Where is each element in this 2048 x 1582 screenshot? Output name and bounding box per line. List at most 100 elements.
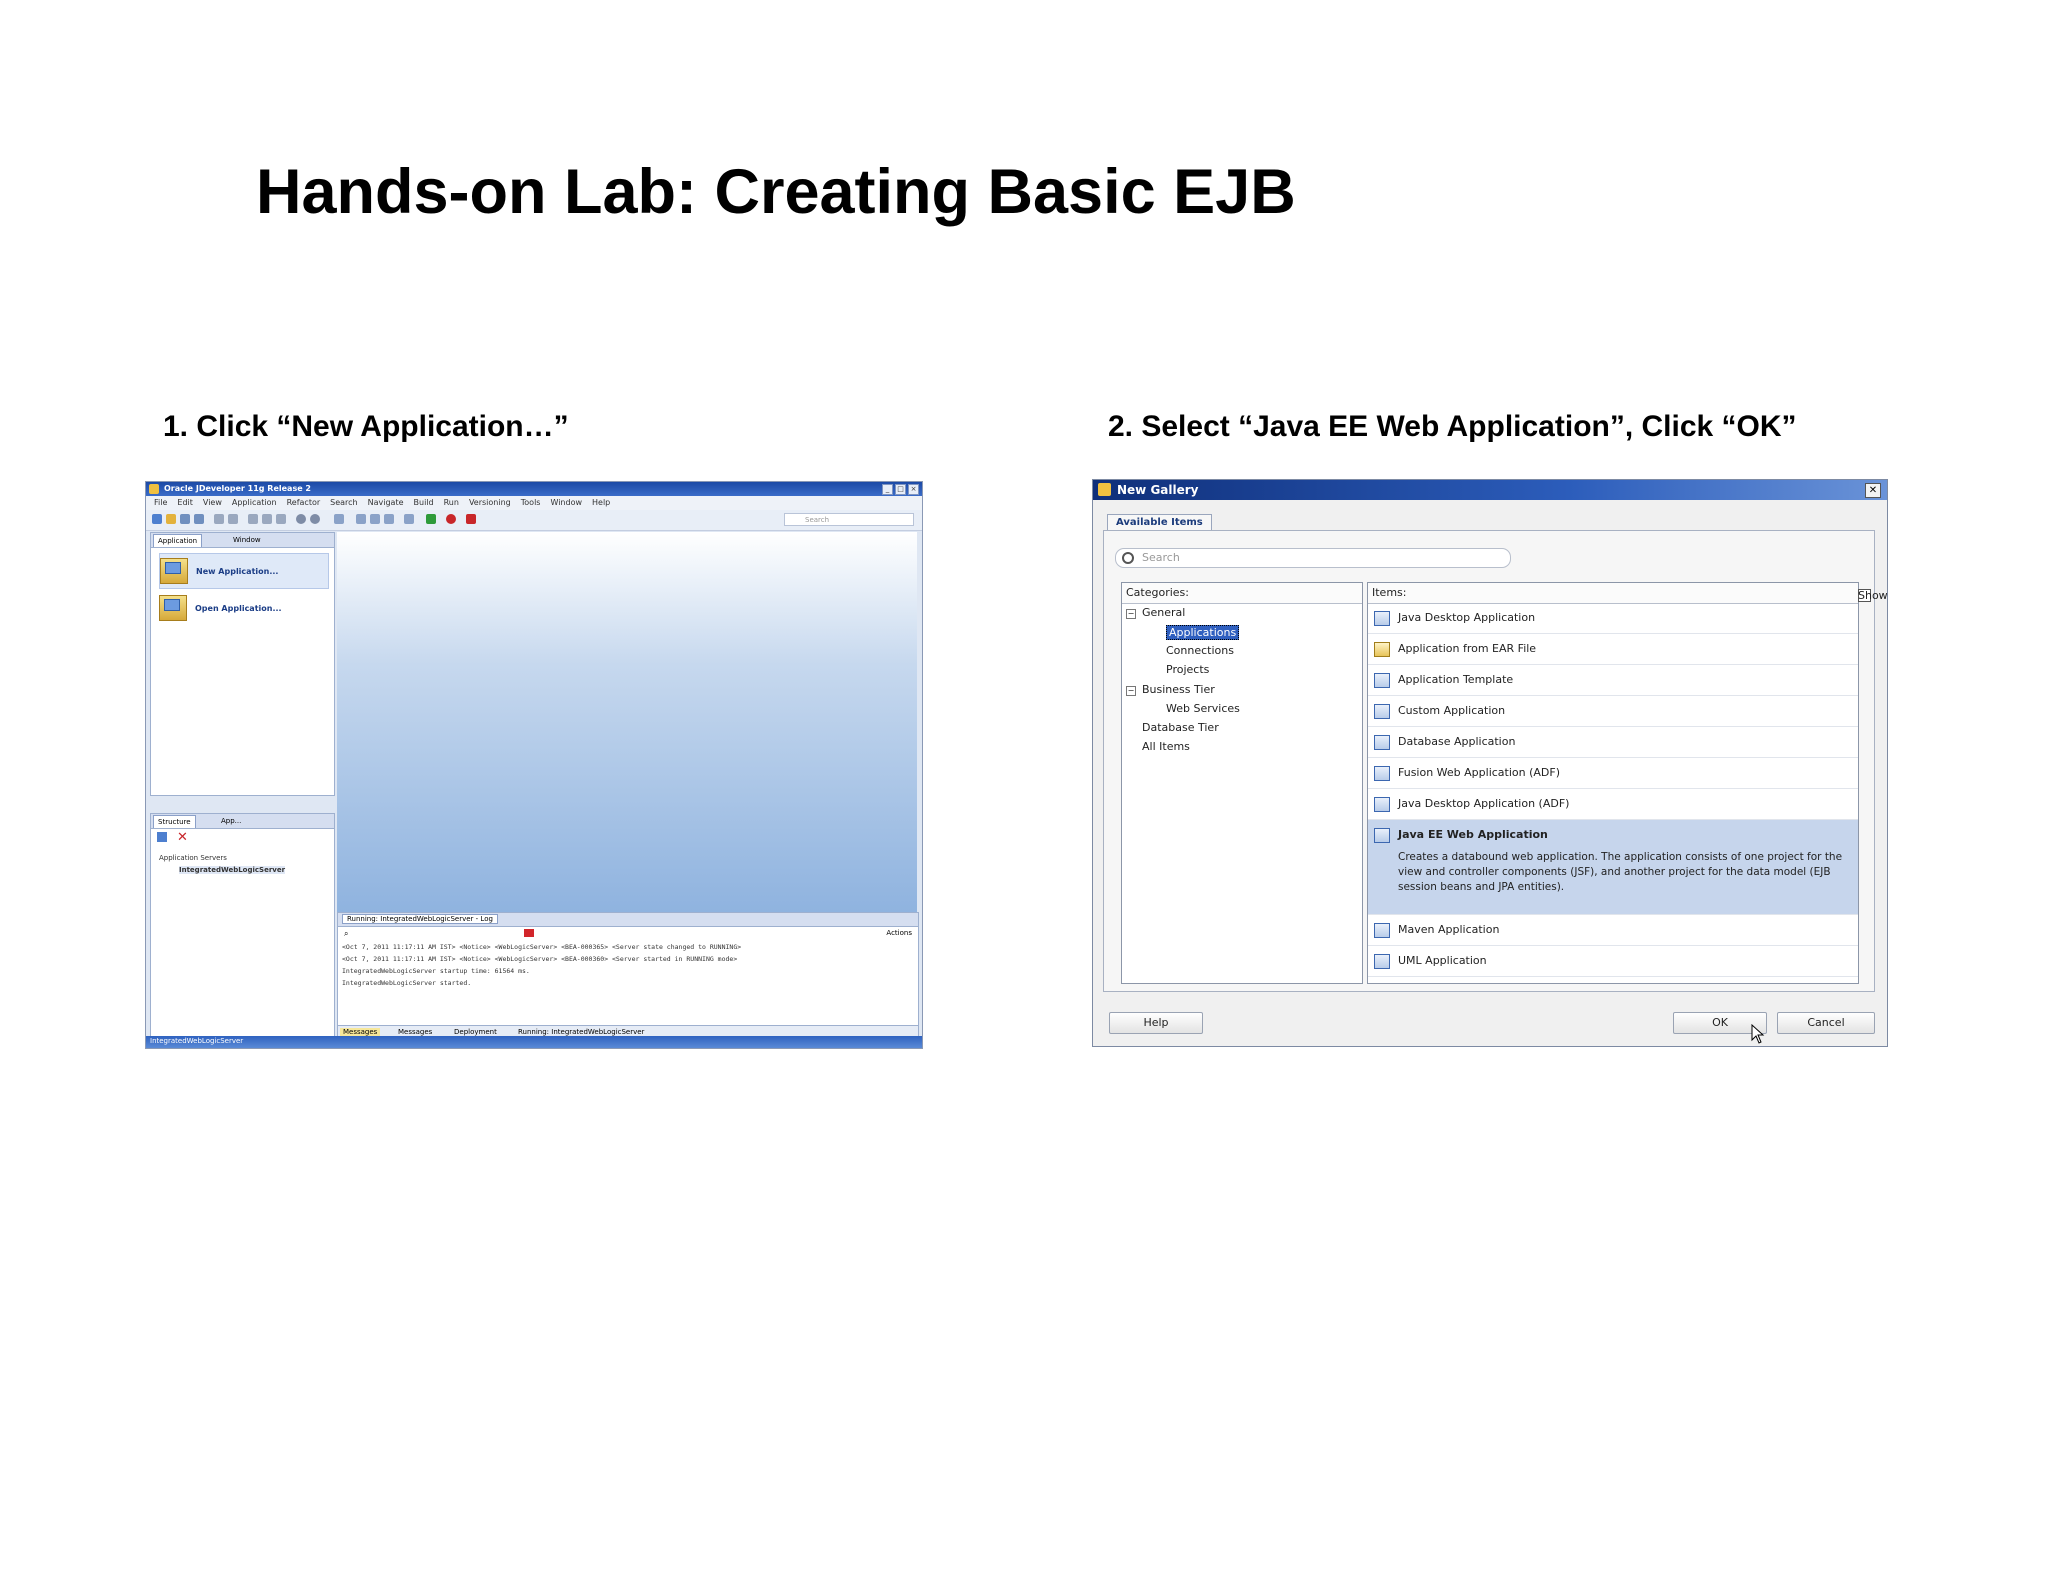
applications-panel-tabs: Application Window [151,533,334,548]
tab-app-servers[interactable]: App... [217,815,245,827]
redo-icon[interactable] [228,514,238,524]
show-all-descriptions-label: Show All Descriptions [1858,589,1888,602]
tab-running-server[interactable]: Running: IntegratedWebLogicServer [518,1028,644,1036]
save-icon[interactable] [180,514,190,524]
item-application-from-ear[interactable]: Application from EAR File [1368,634,1858,665]
tab-structure[interactable]: Structure [153,815,196,828]
log-stop-icon[interactable] [524,929,534,937]
debug-icon[interactable] [446,514,456,524]
category-applications[interactable]: Applications [1166,625,1240,640]
refresh-icon[interactable] [157,832,167,842]
forward-icon[interactable] [310,514,320,524]
terminate-icon[interactable] [466,514,476,524]
tab-messages[interactable]: Messages [340,1028,381,1036]
item-uml-application[interactable]: UML Application [1368,946,1858,977]
tab-available-items[interactable]: Available Items [1107,514,1212,531]
log-tab[interactable]: Running: IntegratedWebLogicServer - Log [342,914,498,924]
log-line-4: IntegratedWebLogicServer started. [342,979,472,987]
menu-item-file[interactable]: File [154,496,167,510]
close-icon[interactable]: × [908,484,919,495]
menu-item-build[interactable]: Build [414,496,434,510]
tab-messages-2[interactable]: Messages [398,1028,432,1036]
tab-deployment[interactable]: Deployment [454,1028,497,1036]
close-icon[interactable]: ✕ [1865,483,1881,498]
structure-panel: Structure App... ✕ Application Servers I… [150,813,335,1041]
make-icon[interactable] [356,514,366,524]
back-icon[interactable] [296,514,306,524]
cut-icon[interactable] [248,514,258,524]
item-java-ee-web-application[interactable]: Java EE Web Application Creates a databo… [1368,820,1858,915]
menu-item-tools[interactable]: Tools [521,496,541,510]
build-icon[interactable] [334,514,344,524]
deploy-icon[interactable] [384,514,394,524]
new-icon[interactable] [152,514,162,524]
step-2-caption: 2. Select “Java EE Web Application”, Cli… [1108,410,1797,443]
application-icon [1374,797,1390,812]
open-application-action[interactable]: Open Application... [159,591,327,625]
help-button[interactable]: Help [1109,1012,1203,1034]
expander-general-icon[interactable]: − [1126,609,1136,619]
open-icon[interactable] [166,514,176,524]
run-icon[interactable] [426,514,436,524]
menu-item-refactor[interactable]: Refactor [287,496,321,510]
item-label: Java Desktop Application [1398,611,1536,624]
items-label: Items: [1372,586,1407,599]
tab-application[interactable]: Application [153,534,203,547]
copy-icon[interactable] [262,514,272,524]
rebuild-icon[interactable] [370,514,380,524]
maximize-icon[interactable]: □ [895,484,906,495]
expander-business-tier-icon[interactable]: − [1126,686,1136,696]
categories-header: Categories: [1122,583,1362,604]
item-java-desktop-application-adf[interactable]: Java Desktop Application (ADF) [1368,789,1858,820]
menu-item-help[interactable]: Help [592,496,610,510]
delete-icon[interactable]: ✕ [177,830,188,845]
category-connections[interactable]: Connections [1166,644,1234,657]
undo-icon[interactable] [214,514,224,524]
menu-item-view[interactable]: View [203,496,222,510]
category-general[interactable]: General [1142,606,1185,619]
item-custom-application[interactable]: Custom Application [1368,696,1858,727]
open-application-icon [159,595,187,621]
compile-icon[interactable] [404,514,414,524]
application-icon [1374,704,1390,719]
tab-window[interactable]: Window [229,534,265,546]
log-tabbar: Running: IntegratedWebLogicServer - Log [338,913,918,927]
paste-icon[interactable] [276,514,286,524]
category-database-tier[interactable]: Database Tier [1142,721,1219,734]
application-icon [1374,766,1390,781]
item-java-desktop-application[interactable]: Java Desktop Application [1368,603,1858,634]
dialog-titlebar: New Gallery ✕ [1093,480,1887,500]
menu-item-window[interactable]: Window [550,496,582,510]
tree-item-application-servers[interactable]: Application Servers [159,854,227,862]
new-application-action[interactable]: New Application... [159,553,329,589]
menu-item-navigate[interactable]: Navigate [368,496,404,510]
application-icon [1374,923,1390,938]
category-projects[interactable]: Projects [1166,663,1209,676]
menu-item-search[interactable]: Search [330,496,357,510]
menu-item-application[interactable]: Application [232,496,277,510]
log-actions-menu[interactable]: Actions [886,929,912,937]
item-application-template[interactable]: Application Template [1368,665,1858,696]
ide-statusbar: IntegratedWebLogicServer [146,1036,922,1048]
ide-search-input[interactable]: Search [784,513,914,526]
category-business-tier[interactable]: Business Tier [1142,683,1215,696]
item-database-application[interactable]: Database Application [1368,727,1858,758]
item-maven-application[interactable]: Maven Application [1368,915,1858,946]
save-all-icon[interactable] [194,514,204,524]
structure-panel-tabs: Structure App... [151,814,334,829]
gallery-search-input[interactable]: Search [1115,548,1511,568]
menu-item-edit[interactable]: Edit [177,496,193,510]
menu-item-versioning[interactable]: Versioning [469,496,511,510]
application-icon [1374,828,1390,843]
tree-item-integrated-weblogic[interactable]: IntegratedWebLogicServer [179,866,286,874]
mouse-cursor-icon [1751,1024,1765,1044]
menu-item-run[interactable]: Run [444,496,459,510]
category-web-services[interactable]: Web Services [1166,702,1240,715]
cancel-button[interactable]: Cancel [1777,1012,1875,1034]
minimize-icon[interactable]: _ [882,484,893,495]
category-all-items[interactable]: All Items [1142,740,1190,753]
categories-label: Categories: [1126,586,1189,599]
log-search-icon[interactable]: ⌕ [344,929,348,939]
item-fusion-web-application[interactable]: Fusion Web Application (ADF) [1368,758,1858,789]
new-application-icon [160,558,188,584]
